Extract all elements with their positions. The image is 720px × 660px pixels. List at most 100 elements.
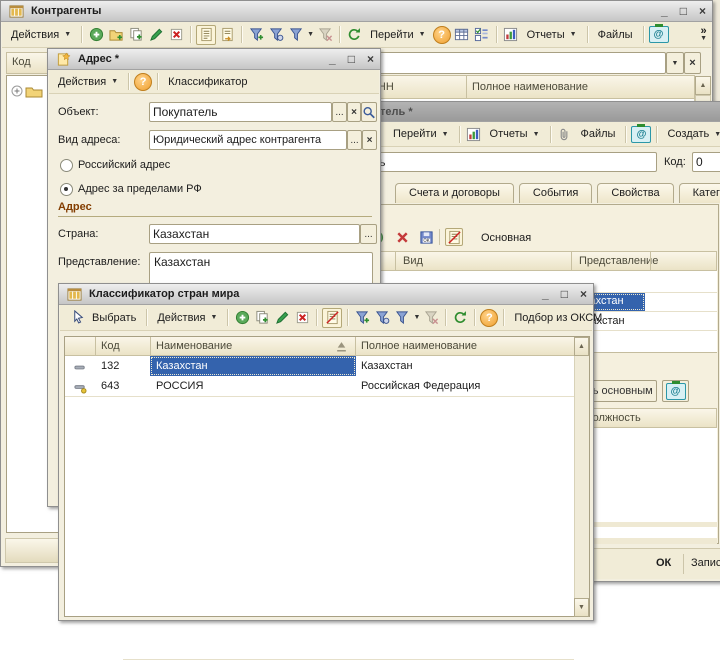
open-item-icon[interactable] [218,26,236,44]
table-scroll-down[interactable]: ▼ [574,598,589,617]
combo-clear-button[interactable]: × [684,52,701,74]
minimize-icon[interactable]: _ [329,52,336,66]
table-scroll-up[interactable]: ▲ [574,337,589,356]
maximize-icon[interactable]: □ [348,52,355,66]
radio-foreign-label[interactable]: Адрес за пределами РФ [78,183,202,195]
chevron-down-icon[interactable]: ▼ [413,314,420,321]
kind-clear-button[interactable]: × [362,130,377,150]
ok-button[interactable]: ОК [656,557,671,569]
list-settings-icon[interactable] [453,26,471,44]
mail-at-button[interactable]: @ [662,380,689,402]
close-icon[interactable]: × [580,287,587,301]
delete-contact-icon[interactable] [393,228,411,246]
address-titlebar[interactable]: Адрес * _ □ × [48,49,380,70]
object-field[interactable] [149,102,332,122]
goto-button[interactable]: Перейти▼ [388,126,454,142]
column-kind[interactable]: Вид [403,255,423,267]
maximize-icon[interactable]: □ [561,287,568,301]
goto-button[interactable]: Перейти▼ [365,27,431,43]
copy-icon[interactable] [253,309,271,327]
filter-by-value-icon[interactable] [393,309,411,327]
classifier-titlebar[interactable]: Классификатор стран мира _ □ × [59,284,593,305]
column-full-name[interactable]: Полное наименование [361,340,477,352]
cell-name-selected[interactable]: Казахстан [150,356,356,376]
close-icon[interactable]: × [699,4,706,18]
pick-from-oksm-button[interactable]: Подбор из ОКСМ [509,310,607,326]
show-deleted-icon[interactable] [322,308,342,328]
help-icon[interactable]: ? [134,73,152,91]
save-contact-icon[interactable]: ОК [417,228,435,246]
mail-at-icon[interactable]: @ [631,126,651,143]
classifier-button[interactable]: Классификатор [163,74,252,90]
delete-icon[interactable] [167,26,185,44]
object-clear-button[interactable]: × [347,102,361,122]
mail-at-icon[interactable]: @ [649,26,669,43]
countries-table-header[interactable]: Код Наименование Полное наименование [65,337,574,356]
create-button[interactable]: Создать▼ [662,126,720,142]
table-row[interactable]: 132 Казахстан Казахстан [65,356,574,376]
kind-select-button[interactable]: ... [347,130,362,150]
filter-set-icon[interactable] [353,309,371,327]
counterparties-titlebar[interactable]: Контрагенты _ □ × [1,1,712,22]
country-select-button[interactable]: ... [360,224,377,244]
add-group-icon[interactable] [107,26,125,44]
column-code[interactable]: Код [101,340,120,352]
column-presentation[interactable]: Представление [579,255,658,267]
edit-icon[interactable] [273,309,291,327]
object-open-button[interactable] [361,102,377,122]
hierarchy-toggle-icon[interactable] [196,25,216,45]
toolbar-overflow-icon[interactable]: » [700,27,706,35]
cell-code[interactable]: 643 [101,380,119,392]
filter-set-icon[interactable] [247,26,265,44]
tree-root-folder-icon[interactable] [10,82,44,100]
radio-russian-label[interactable]: Российский адрес [78,159,170,171]
cell-name[interactable]: РОССИЯ [156,380,203,392]
minimize-icon[interactable]: _ [661,4,668,18]
minimize-icon[interactable]: _ [542,287,549,301]
filter-by-value-icon[interactable] [287,26,305,44]
filter-settings-icon[interactable] [373,309,391,327]
table-row[interactable]: 643 РОССИЯ Российская Федерация [65,376,574,396]
list-scroll-up[interactable]: ▲ [695,76,711,95]
chevron-down-icon[interactable]: ▼ [307,31,314,38]
close-icon[interactable]: × [367,52,374,66]
tab-events[interactable]: События [519,183,592,203]
files-button[interactable]: Файлы [593,27,638,43]
delete-icon[interactable] [293,309,311,327]
chevron-down-icon[interactable]: ▼ [700,35,707,43]
column-setup-icon[interactable] [473,26,491,44]
reports-button[interactable]: Отчеты▼ [485,126,545,142]
add-icon[interactable] [87,26,105,44]
help-icon[interactable]: ? [480,309,498,327]
copy-icon[interactable] [127,26,145,44]
edit-icon[interactable] [147,26,165,44]
code-field[interactable] [692,152,720,172]
files-button[interactable]: Файлы [576,126,621,142]
combo-dropdown-button[interactable]: ▼ [666,52,684,74]
save-button[interactable]: Записать [691,557,720,569]
add-icon[interactable] [233,309,251,327]
cell-code[interactable]: 132 [101,360,119,372]
reports-button[interactable]: Отчеты▼ [522,27,582,43]
filter-settings-icon[interactable] [267,26,285,44]
tab-properties[interactable]: Свойства [597,183,673,203]
table-scrollbar-track[interactable] [574,356,589,598]
actions-button[interactable]: Действия▼ [6,27,76,43]
maximize-icon[interactable]: □ [680,4,687,18]
select-button[interactable]: Выбрать [64,307,141,329]
tab-categories[interactable]: Категории [679,183,720,203]
refresh-icon[interactable] [345,26,363,44]
column-name[interactable]: Наименование [156,340,232,352]
tab-accounts[interactable]: Счета и договоры [395,183,514,203]
toggle-inactive-icon[interactable] [445,228,463,246]
country-field[interactable] [149,224,360,244]
radio-foreign-address[interactable] [60,183,73,196]
cell-full-name[interactable]: Казахстан [361,360,413,372]
actions-button[interactable]: Действия▼ [53,74,123,90]
column-full-name[interactable]: Полное наименование [472,81,588,93]
radio-russian-address[interactable] [60,159,73,172]
help-icon[interactable]: ? [433,26,451,44]
object-select-button[interactable]: ... [332,102,347,122]
cell-full-name[interactable]: Российская Федерация [361,380,480,392]
actions-button[interactable]: Действия▼ [152,310,222,326]
